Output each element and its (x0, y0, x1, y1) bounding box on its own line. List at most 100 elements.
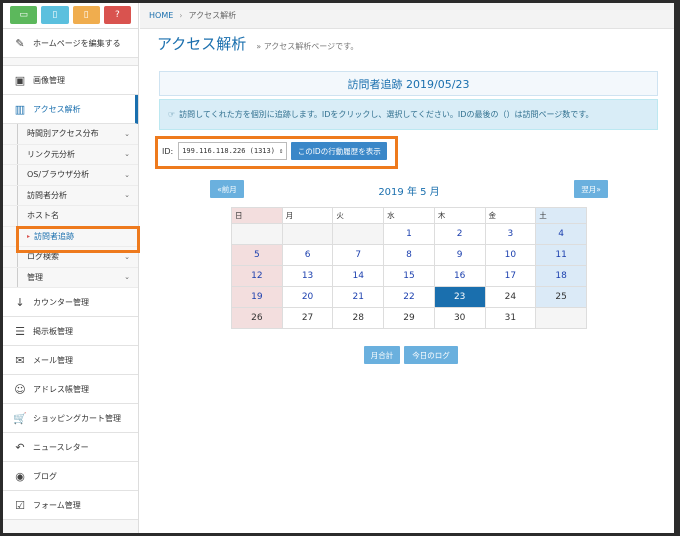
highlight-id-selector (155, 136, 398, 169)
weekday-header: 金 (484, 207, 537, 224)
calendar-day[interactable]: 14 (332, 265, 385, 287)
calendar-day[interactable]: 11 (535, 244, 587, 266)
counter-icon: ↓ (15, 295, 25, 309)
address-book-icon: ☺ (14, 382, 26, 396)
calendar-day[interactable]: 2 (433, 223, 486, 245)
calendar-day: 28 (332, 307, 385, 329)
chevron-down-icon: ⌄ (124, 252, 130, 261)
calendar-day: 31 (484, 307, 537, 329)
mail-icon: ✉ (15, 353, 25, 367)
monthly-total-button[interactable]: 月合計 (364, 346, 400, 364)
breadcrumb-home-link[interactable]: HOME (149, 11, 173, 20)
calendar-day[interactable]: 9 (433, 244, 486, 266)
calendar-empty-cell (535, 307, 587, 329)
sidebar-item[interactable]: ↶ ニュースレター (3, 433, 138, 462)
sidebar-item-label: 画像管理 (33, 75, 65, 85)
chevron-down-icon: ⌄ (124, 170, 130, 179)
calendar-day[interactable]: 5 (231, 244, 283, 266)
calendar-day: 26 (231, 307, 283, 329)
board-icon: ☰ (15, 324, 25, 338)
next-month-button[interactable]: 翌月» (574, 180, 608, 198)
page-subtitle: » アクセス解析ページです。 (256, 42, 359, 51)
tablet-icon[interactable]: ▯ (41, 6, 69, 24)
help-icon[interactable]: ? (103, 6, 131, 24)
calendar-day[interactable]: 16 (433, 265, 486, 287)
breadcrumb-separator: › (179, 11, 183, 20)
calendar-day[interactable]: 21 (332, 286, 385, 308)
calendar-day[interactable]: 18 (535, 265, 587, 287)
sidebar-item-image-manage[interactable]: ▣ 画像管理 (3, 66, 138, 95)
calendar-day: 24 (484, 286, 537, 308)
sidebar-item-label: アクセス解析 (33, 104, 81, 114)
sidebar-item[interactable]: ☺ アドレス帳管理 (3, 375, 138, 404)
highlight-visitor-tracking (16, 226, 140, 253)
sidebar-item-label: ホームページを編集する (33, 38, 121, 48)
sidebar-item-access[interactable]: ▥ アクセス解析 (3, 95, 138, 124)
sidebar: ▭ ▯ ▯? ✎ ホームページを編集する ▣ 画像管理 ▥ アクセス解析 時間別アク… (3, 3, 139, 533)
calendar-week-row: 19 20 21 22 23 24 25 (231, 286, 587, 308)
calendar-day[interactable]: 7 (332, 244, 385, 266)
breadcrumb-current: アクセス解析 (188, 11, 237, 20)
page-title: アクセス解析 (157, 35, 247, 53)
calendar-day[interactable]: 6 (281, 244, 334, 266)
calendar-day[interactable]: 13 (281, 265, 334, 287)
calendar-table: 日月火水木金土 1 2 3 4 5 6 7 8 9 10 11 12 13 14 15 16 17 18 19 20 2… (231, 207, 587, 329)
info-alert: ☞ 訪問してくれた方を個別に追跡します。IDをクリックし、選択してください。ID… (159, 99, 658, 130)
sidebar-menu: ↓ カウンター管理 ☰ 掲示板管理 ✉ メール管理 ☺ アドレス帳管理 🛒 ショッピングカート管理… (3, 288, 138, 520)
sidebar-item-label: ブログ (33, 471, 57, 481)
sidebar-item-label: ショッピングカート管理 (33, 413, 121, 423)
sidebar-item[interactable]: 🛒 ショッピングカート管理 (3, 404, 138, 433)
calendar-day[interactable]: 23 (433, 286, 486, 308)
sidebar-item[interactable]: ☑ フォーム管理 (3, 491, 138, 520)
submenu-item-label: ホスト名 (27, 211, 59, 221)
submenu-item[interactable]: OS/ブラウザ分析 ⌄ (3, 165, 138, 186)
sidebar-item[interactable]: ✉ メール管理 (3, 346, 138, 375)
calendar-day: 30 (433, 307, 486, 329)
monitor-icon[interactable]: ▭ (10, 6, 38, 24)
main-content: HOME › アクセス解析 アクセス解析 » アクセス解析ページです。 訪問者追… (140, 3, 674, 533)
calendar-day[interactable]: 19 (231, 286, 283, 308)
submenu-item[interactable]: 管理 ⌄ (3, 267, 138, 288)
calendar-day[interactable]: 4 (535, 223, 587, 245)
submenu-item[interactable]: 訪問者分析 ⌄ (3, 185, 138, 206)
form-icon: ☑ (15, 498, 25, 512)
phone-icon[interactable]: ▯ (72, 6, 100, 24)
calendar-day[interactable]: 17 (484, 265, 537, 287)
blog-icon: ◉ (15, 469, 25, 483)
calendar-day[interactable]: 20 (281, 286, 334, 308)
newsletter-icon: ↶ (15, 440, 25, 454)
sidebar-item-edit-home[interactable]: ✎ ホームページを編集する (3, 29, 138, 58)
submenu-item-label: 管理 (27, 272, 43, 282)
calendar-week-row: 26 27 28 29 30 31 (231, 307, 587, 329)
today-log-button[interactable]: 今日のログ (404, 346, 458, 364)
sidebar-item[interactable]: ◉ ブログ (3, 462, 138, 491)
weekday-header: 火 (332, 207, 385, 224)
chevron-down-icon: ⌄ (124, 191, 130, 200)
submenu-item-label: 時間別アクセス分布 (27, 129, 99, 139)
calendar-day[interactable]: 1 (383, 223, 435, 245)
calendar-empty-cell (281, 223, 334, 245)
calendar-day: 29 (383, 307, 435, 329)
calendar-day: 27 (281, 307, 334, 329)
submenu-item[interactable]: ホスト名 (3, 206, 138, 227)
sidebar-item[interactable]: ☰ 掲示板管理 (3, 317, 138, 346)
calendar-week-row: 12 13 14 15 16 17 18 (231, 265, 587, 287)
pointing-hand-icon: ☞ (168, 110, 176, 119)
calendar-empty-cell (231, 223, 283, 245)
sidebar-item[interactable]: ↓ カウンター管理 (3, 288, 138, 317)
calendar-day[interactable]: 10 (484, 244, 537, 266)
calendar-day[interactable]: 3 (484, 223, 537, 245)
calendar-day[interactable]: 22 (383, 286, 435, 308)
calendar-day[interactable]: 12 (231, 265, 283, 287)
calendar-day: 25 (535, 286, 587, 308)
submenu-item[interactable]: リンク元分析 ⌄ (3, 144, 138, 165)
calendar-day[interactable]: 8 (383, 244, 435, 266)
calendar-title: 2019 年 5 月 (378, 187, 440, 198)
sidebar-spacer (3, 58, 138, 66)
calendar-body: 1 2 3 4 5 6 7 8 9 10 11 12 13 14 15 16 17 18 19 20 21 22 23 24 2… (231, 223, 587, 329)
submenu-item[interactable]: 時間別アクセス分布 ⌄ (3, 124, 138, 145)
weekday-header: 水 (383, 207, 435, 224)
weekday-header: 土 (535, 207, 587, 224)
submenu-item-label: 訪問者分析 (27, 190, 67, 200)
calendar-day[interactable]: 15 (383, 265, 435, 287)
